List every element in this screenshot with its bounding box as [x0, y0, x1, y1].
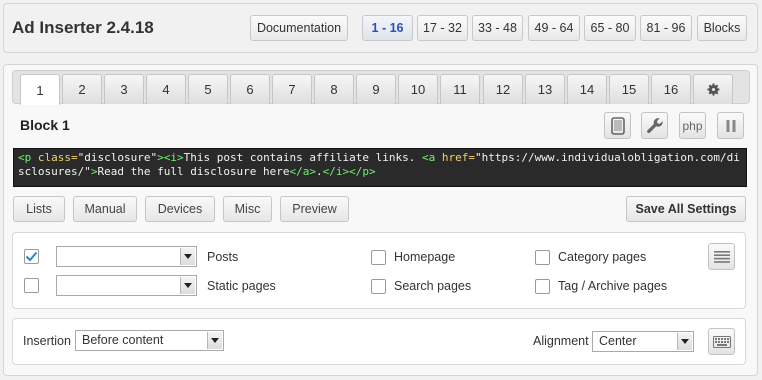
chevron-down-icon — [180, 248, 195, 265]
homepage-checkbox[interactable] — [371, 250, 386, 265]
code-token: ><i> — [157, 151, 184, 164]
code-token: class= — [31, 151, 78, 164]
tab-block-8[interactable]: 8 — [314, 74, 354, 104]
tab-block-15[interactable]: 15 — [609, 74, 649, 104]
plugin-title: Ad Inserter 2.4.18 — [12, 18, 154, 37]
range-button-33-48[interactable]: 33 - 48 — [472, 15, 523, 41]
static-pages-select[interactable] — [56, 275, 197, 296]
alignment-select[interactable]: Center — [592, 331, 694, 352]
category-pages-checkbox[interactable] — [535, 250, 550, 265]
search-pages-label: Search pages — [394, 279, 472, 293]
tab-block-14[interactable]: 14 — [567, 74, 607, 104]
static-pages-label: Static pages — [207, 279, 276, 293]
tag-archive-checkbox[interactable] — [535, 279, 550, 294]
tab-block-7[interactable]: 7 — [272, 74, 312, 104]
tab-block-12[interactable]: 12 — [483, 74, 523, 104]
preview-button[interactable]: Preview — [280, 196, 349, 222]
code-token: . — [316, 165, 323, 178]
save-all-settings-button[interactable]: Save All Settings — [626, 196, 746, 222]
alignment-select-value: Center — [599, 334, 637, 348]
tab-block-2[interactable]: 2 — [62, 74, 102, 104]
code-token: </i></p> — [322, 165, 376, 178]
list-icon — [713, 250, 730, 263]
insertion-select-value: Before content — [82, 333, 164, 347]
tools-button[interactable] — [641, 112, 668, 139]
misc-button[interactable]: Misc — [223, 196, 272, 222]
wrench-icon — [646, 117, 663, 133]
tablet-icon — [610, 116, 625, 135]
tag-archive-label: Tag / Archive pages — [558, 279, 668, 293]
alignment-label: Alignment — [533, 334, 589, 348]
device-preview-button[interactable] — [604, 112, 631, 139]
pause-button[interactable] — [717, 112, 744, 139]
tab-block-5[interactable]: 5 — [188, 74, 228, 104]
checkmark-icon — [25, 251, 38, 262]
range-button-81-96[interactable]: 81 - 96 — [640, 15, 692, 41]
tab-block-1[interactable]: 1 — [20, 74, 60, 105]
posts-label: Posts — [207, 250, 239, 264]
tab-block-4[interactable]: 4 — [146, 74, 186, 104]
documentation-button[interactable]: Documentation — [250, 15, 348, 41]
devices-button[interactable]: Devices — [145, 196, 215, 222]
manual-button[interactable]: Manual — [73, 196, 137, 222]
insertion-select[interactable]: Before content — [75, 330, 224, 351]
pause-icon — [726, 119, 735, 132]
code-token: Read the full disclosure here — [97, 165, 290, 178]
code-token: href= — [435, 151, 476, 164]
static-pages-checkbox[interactable] — [24, 278, 39, 293]
tab-block-11[interactable]: 11 — [440, 74, 480, 104]
tab-block-6[interactable]: 6 — [230, 74, 270, 104]
blocks-button[interactable]: Blocks — [697, 15, 747, 41]
posts-checkbox[interactable] — [24, 249, 39, 264]
range-button-49-64[interactable]: 49 - 64 — [528, 15, 580, 41]
tab-block-10[interactable]: 10 — [398, 74, 438, 104]
tab-settings[interactable] — [693, 74, 733, 104]
posts-select[interactable] — [56, 246, 197, 267]
display-options-box — [12, 232, 746, 309]
tab-block-16[interactable]: 16 — [651, 74, 691, 104]
list-toggle-button[interactable] — [708, 243, 735, 270]
tab-block-13[interactable]: 13 — [525, 74, 565, 104]
range-button-17-32[interactable]: 17 - 32 — [417, 15, 468, 41]
range-button-65-80[interactable]: 65 - 80 — [584, 15, 636, 41]
block-title: Block 1 — [20, 117, 70, 133]
code-token: <p — [18, 151, 32, 164]
php-toggle-button[interactable]: php — [679, 112, 706, 139]
lists-button[interactable]: Lists — [13, 196, 65, 222]
keyboard-button[interactable] — [708, 328, 735, 355]
chevron-down-icon — [180, 277, 195, 294]
homepage-label: Homepage — [394, 250, 456, 264]
chevron-down-icon — [207, 332, 222, 349]
gear-icon — [706, 83, 719, 96]
code-token: This post contains affiliate links. — [183, 151, 423, 164]
tab-block-3[interactable]: 3 — [104, 74, 144, 104]
insertion-label: Insertion — [23, 334, 71, 348]
code-editor[interactable]: <p class="disclosure"><i>This post conta… — [13, 148, 747, 187]
code-token: <a — [422, 151, 436, 164]
category-pages-label: Category pages — [558, 250, 647, 264]
keyboard-icon — [712, 335, 731, 348]
tab-block-9[interactable]: 9 — [356, 74, 396, 104]
range-button-1-16[interactable]: 1 - 16 — [362, 15, 413, 41]
chevron-down-icon — [677, 333, 692, 350]
search-pages-checkbox[interactable] — [371, 279, 386, 294]
code-token: "disclosure" — [77, 151, 158, 164]
code-token: </a> — [289, 165, 317, 178]
